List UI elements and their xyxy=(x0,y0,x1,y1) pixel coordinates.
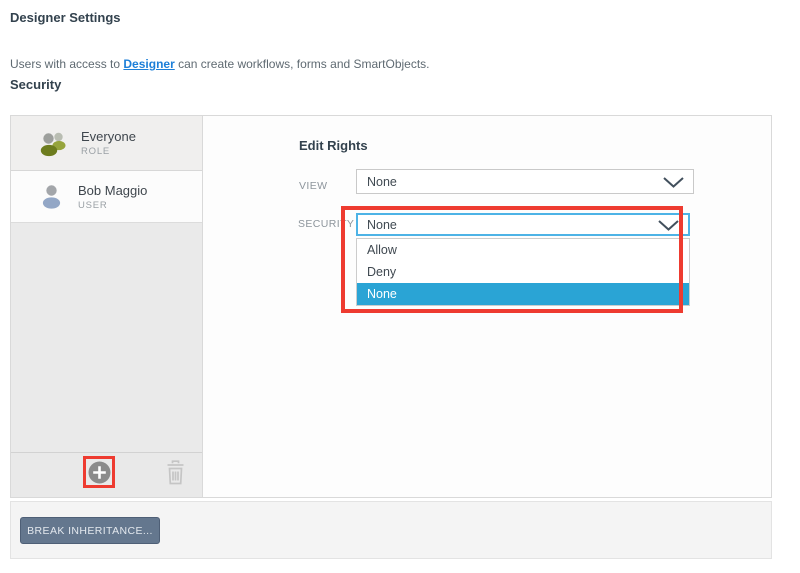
list-item-everyone[interactable]: Everyone ROLE xyxy=(11,116,202,171)
principal-type: ROLE xyxy=(81,146,136,157)
option-none[interactable]: None xyxy=(357,283,689,305)
security-options-dropdown: Allow Deny None xyxy=(356,238,690,306)
security-select-value: None xyxy=(367,218,397,232)
chevron-down-icon xyxy=(658,220,679,231)
page-title: Designer Settings xyxy=(10,10,121,25)
section-title-security: Security xyxy=(10,77,61,92)
principal-list: Everyone ROLE Bob Maggio USER xyxy=(11,116,203,497)
delete-principal-button[interactable] xyxy=(164,459,187,486)
option-allow[interactable]: Allow xyxy=(357,239,689,261)
designer-link[interactable]: Designer xyxy=(123,57,174,71)
view-select-value: None xyxy=(367,175,397,189)
list-item-bob-maggio[interactable]: Bob Maggio USER xyxy=(11,171,202,223)
footer-bar: BREAK INHERITANCE... xyxy=(10,501,772,559)
edit-rights-title: Edit Rights xyxy=(299,138,368,153)
intro-suffix: can create workflows, forms and SmartObj… xyxy=(178,57,429,71)
add-principal-button[interactable] xyxy=(88,461,111,484)
view-field-label: VIEW xyxy=(299,180,327,192)
chevron-down-icon xyxy=(663,177,684,188)
list-actions-bar xyxy=(11,452,202,497)
intro-prefix: Users with access to xyxy=(10,57,120,71)
option-deny[interactable]: Deny xyxy=(357,261,689,283)
trash-icon xyxy=(164,459,187,486)
security-field-label: SECURITY xyxy=(298,218,354,230)
plus-circle-icon xyxy=(88,461,111,484)
principal-name: Bob Maggio xyxy=(78,183,147,198)
security-select[interactable]: None xyxy=(356,213,690,236)
designer-settings-screen: Designer Settings Users with access to D… xyxy=(0,0,800,573)
view-select[interactable]: None xyxy=(356,169,694,194)
user-icon xyxy=(38,183,65,210)
principal-type: USER xyxy=(78,200,147,211)
principal-name: Everyone xyxy=(81,129,136,144)
break-inheritance-button[interactable]: BREAK INHERITANCE... xyxy=(20,517,160,544)
intro-text: Users with access to Designer can create… xyxy=(10,57,430,71)
principal-list-empty-area xyxy=(11,223,202,452)
security-panel: Everyone ROLE Bob Maggio USER xyxy=(10,115,772,498)
role-group-icon xyxy=(38,130,68,157)
edit-rights-detail: Edit Rights VIEW None SECURITY None Allo… xyxy=(203,116,771,497)
